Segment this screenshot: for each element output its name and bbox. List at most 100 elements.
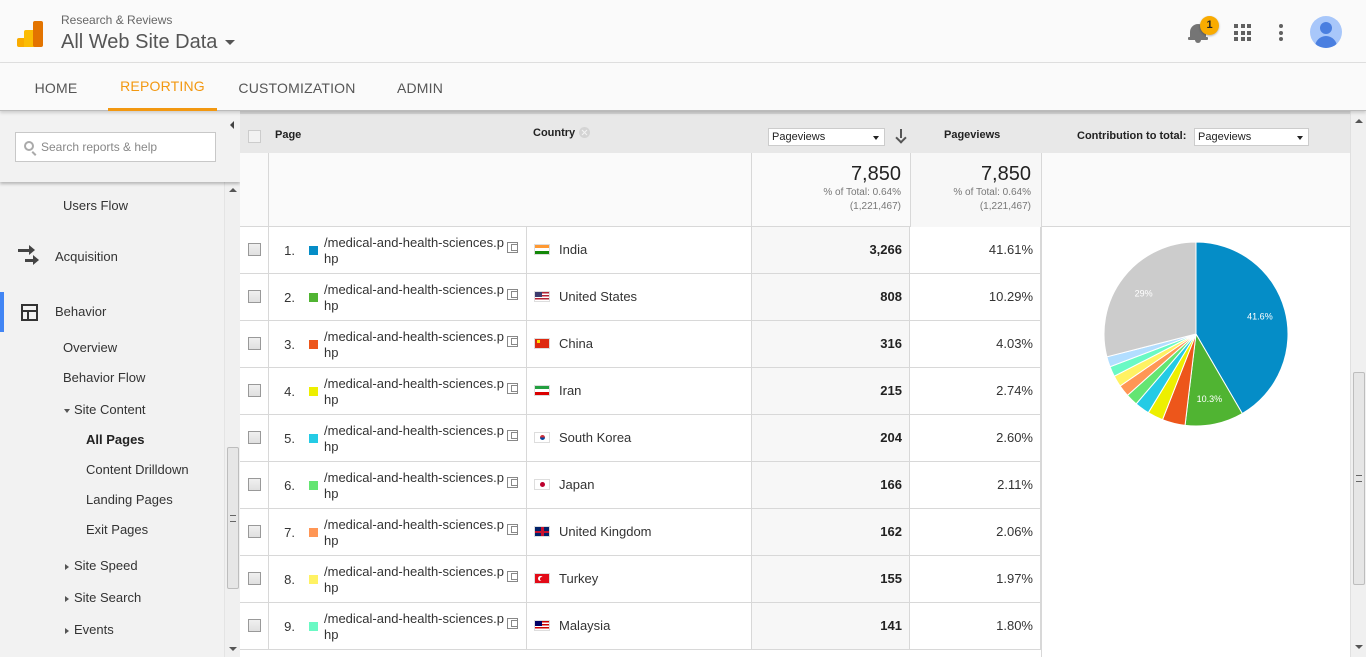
select-all-checkbox[interactable]	[248, 130, 261, 143]
sidebar-item-acquisition[interactable]: Acquisition	[55, 249, 118, 264]
sidebar-item-overview[interactable]: Overview	[63, 340, 117, 355]
scroll-down-icon[interactable]	[1355, 645, 1363, 649]
table-header: Page Country Pageviews Pageviews Contrib…	[240, 111, 1350, 153]
series-color-swatch	[309, 575, 318, 584]
country-link[interactable]: China	[559, 336, 593, 351]
collapsed-triangle-icon	[65, 595, 69, 602]
contribution-select[interactable]: Pageviews	[1194, 128, 1309, 146]
sidebar-item-site-search[interactable]: Site Search	[65, 590, 141, 605]
column-header-page[interactable]: Page	[275, 129, 301, 141]
tab-admin[interactable]: ADMIN	[386, 63, 454, 111]
pageviews-value: 3,266	[869, 242, 902, 257]
series-color-swatch	[309, 387, 318, 396]
series-color-swatch	[309, 481, 318, 490]
country-link[interactable]: United Kingdom	[559, 524, 652, 539]
metric-select[interactable]: Pageviews	[768, 128, 885, 146]
scrollbar-thumb[interactable]	[227, 447, 239, 589]
open-external-icon[interactable]	[507, 336, 518, 347]
remove-dimension-icon[interactable]	[579, 127, 591, 138]
page-link[interactable]: /medical-and-health-sciences.php	[324, 282, 509, 314]
open-external-icon[interactable]	[507, 383, 518, 394]
sidebar-item-exit-pages[interactable]: Exit Pages	[86, 522, 148, 537]
flag-icon-ir	[534, 385, 550, 396]
contribution-pct: 1.97%	[996, 571, 1033, 586]
tab-customization[interactable]: CUSTOMIZATION	[232, 63, 362, 111]
row-checkbox[interactable]	[248, 619, 261, 632]
pie-data-label: 41.6%	[1247, 312, 1273, 322]
country-link[interactable]: South Korea	[559, 430, 631, 445]
pageviews-cell: 155	[751, 556, 910, 602]
country-link[interactable]: Malaysia	[559, 618, 610, 633]
open-external-icon[interactable]	[507, 289, 518, 300]
tab-home[interactable]: HOME	[21, 63, 91, 111]
sidebar-item-site-content[interactable]: Site Content	[64, 402, 146, 417]
collapse-sidebar-button[interactable]	[226, 111, 240, 139]
scrollbar-thumb[interactable]	[1353, 372, 1365, 585]
scroll-up-icon[interactable]	[1355, 119, 1363, 123]
search-box[interactable]	[15, 132, 216, 162]
open-external-icon[interactable]	[507, 242, 518, 253]
analytics-logo-icon[interactable]	[17, 19, 45, 47]
row-checkbox[interactable]	[248, 431, 261, 444]
open-external-icon[interactable]	[507, 477, 518, 488]
row-index: 5.	[284, 431, 295, 446]
sidebar-item-behavior[interactable]: Behavior	[55, 304, 106, 319]
row-checkbox[interactable]	[248, 384, 261, 397]
column-header-pageviews[interactable]: Pageviews	[944, 129, 1000, 141]
open-external-icon[interactable]	[507, 524, 518, 535]
scroll-down-icon[interactable]	[229, 647, 237, 651]
country-link[interactable]: Iran	[559, 383, 581, 398]
more-options-icon[interactable]	[1279, 24, 1283, 41]
sidebar-item-landing-pages[interactable]: Landing Pages	[86, 492, 173, 507]
page-link[interactable]: /medical-and-health-sciences.php	[324, 611, 509, 643]
sidebar-item-all-pages[interactable]: All Pages	[86, 432, 145, 447]
sidebar-item-events[interactable]: Events	[65, 622, 114, 637]
page-link[interactable]: /medical-and-health-sciences.php	[324, 235, 509, 267]
open-external-icon[interactable]	[507, 571, 518, 582]
sort-descending-icon[interactable]	[896, 128, 906, 142]
caret-down-icon	[225, 40, 236, 45]
sidebar-item-site-speed[interactable]: Site Speed	[65, 558, 138, 573]
sidebar-item-behavior-flow[interactable]: Behavior Flow	[63, 370, 145, 385]
apps-grid-icon[interactable]	[1234, 24, 1251, 41]
avatar[interactable]	[1310, 16, 1342, 48]
page-link[interactable]: /medical-and-health-sciences.php	[324, 376, 509, 408]
main-scrollbar[interactable]	[1350, 111, 1366, 657]
total-pct-2: % of Total: 0.64%	[953, 187, 1031, 198]
page-link[interactable]: /medical-and-health-sciences.php	[324, 564, 509, 596]
row-index: 2.	[284, 290, 295, 305]
table-row: 3. /medical-and-health-sciences.php China 3…	[240, 321, 1041, 368]
country-link[interactable]: Japan	[559, 477, 594, 492]
row-checkbox[interactable]	[248, 572, 261, 585]
contribution-pct: 2.11%	[997, 477, 1033, 492]
row-checkbox[interactable]	[248, 478, 261, 491]
page-link[interactable]: /medical-and-health-sciences.php	[324, 423, 509, 455]
row-checkbox[interactable]	[248, 290, 261, 303]
page-link[interactable]: /medical-and-health-sciences.php	[324, 470, 509, 502]
sidebar-scrollbar[interactable]	[224, 182, 240, 657]
contribution-pct: 10.29%	[988, 289, 1033, 304]
column-header-country[interactable]: Country	[533, 127, 591, 139]
dropdown-arrow-icon	[1297, 136, 1303, 140]
row-checkbox[interactable]	[248, 243, 261, 256]
open-external-icon[interactable]	[507, 618, 518, 629]
country-link[interactable]: India	[559, 242, 587, 257]
property-selector[interactable]: All Web Site Data	[61, 31, 236, 54]
row-checkbox[interactable]	[248, 337, 261, 350]
sidebar-item-content-drilldown[interactable]: Content Drilldown	[86, 462, 189, 477]
table-row: 9. /medical-and-health-sciences.php Malays…	[240, 603, 1041, 650]
page-link[interactable]: /medical-and-health-sciences.php	[324, 517, 509, 549]
search-input[interactable]	[41, 133, 211, 161]
country-link[interactable]: Turkey	[559, 571, 598, 586]
tab-reporting[interactable]: REPORTING	[108, 63, 217, 111]
scroll-up-icon[interactable]	[229, 188, 237, 192]
contribution-pct: 2.06%	[996, 524, 1033, 539]
flag-icon-cn	[534, 338, 550, 349]
page-link[interactable]: /medical-and-health-sciences.php	[324, 329, 509, 361]
open-external-icon[interactable]	[507, 430, 518, 441]
flag-icon-us	[534, 291, 550, 302]
row-checkbox[interactable]	[248, 525, 261, 538]
country-link[interactable]: United States	[559, 289, 637, 304]
notification-badge[interactable]: 1	[1200, 16, 1219, 35]
sidebar-item-users-flow[interactable]: Users Flow	[63, 198, 128, 213]
